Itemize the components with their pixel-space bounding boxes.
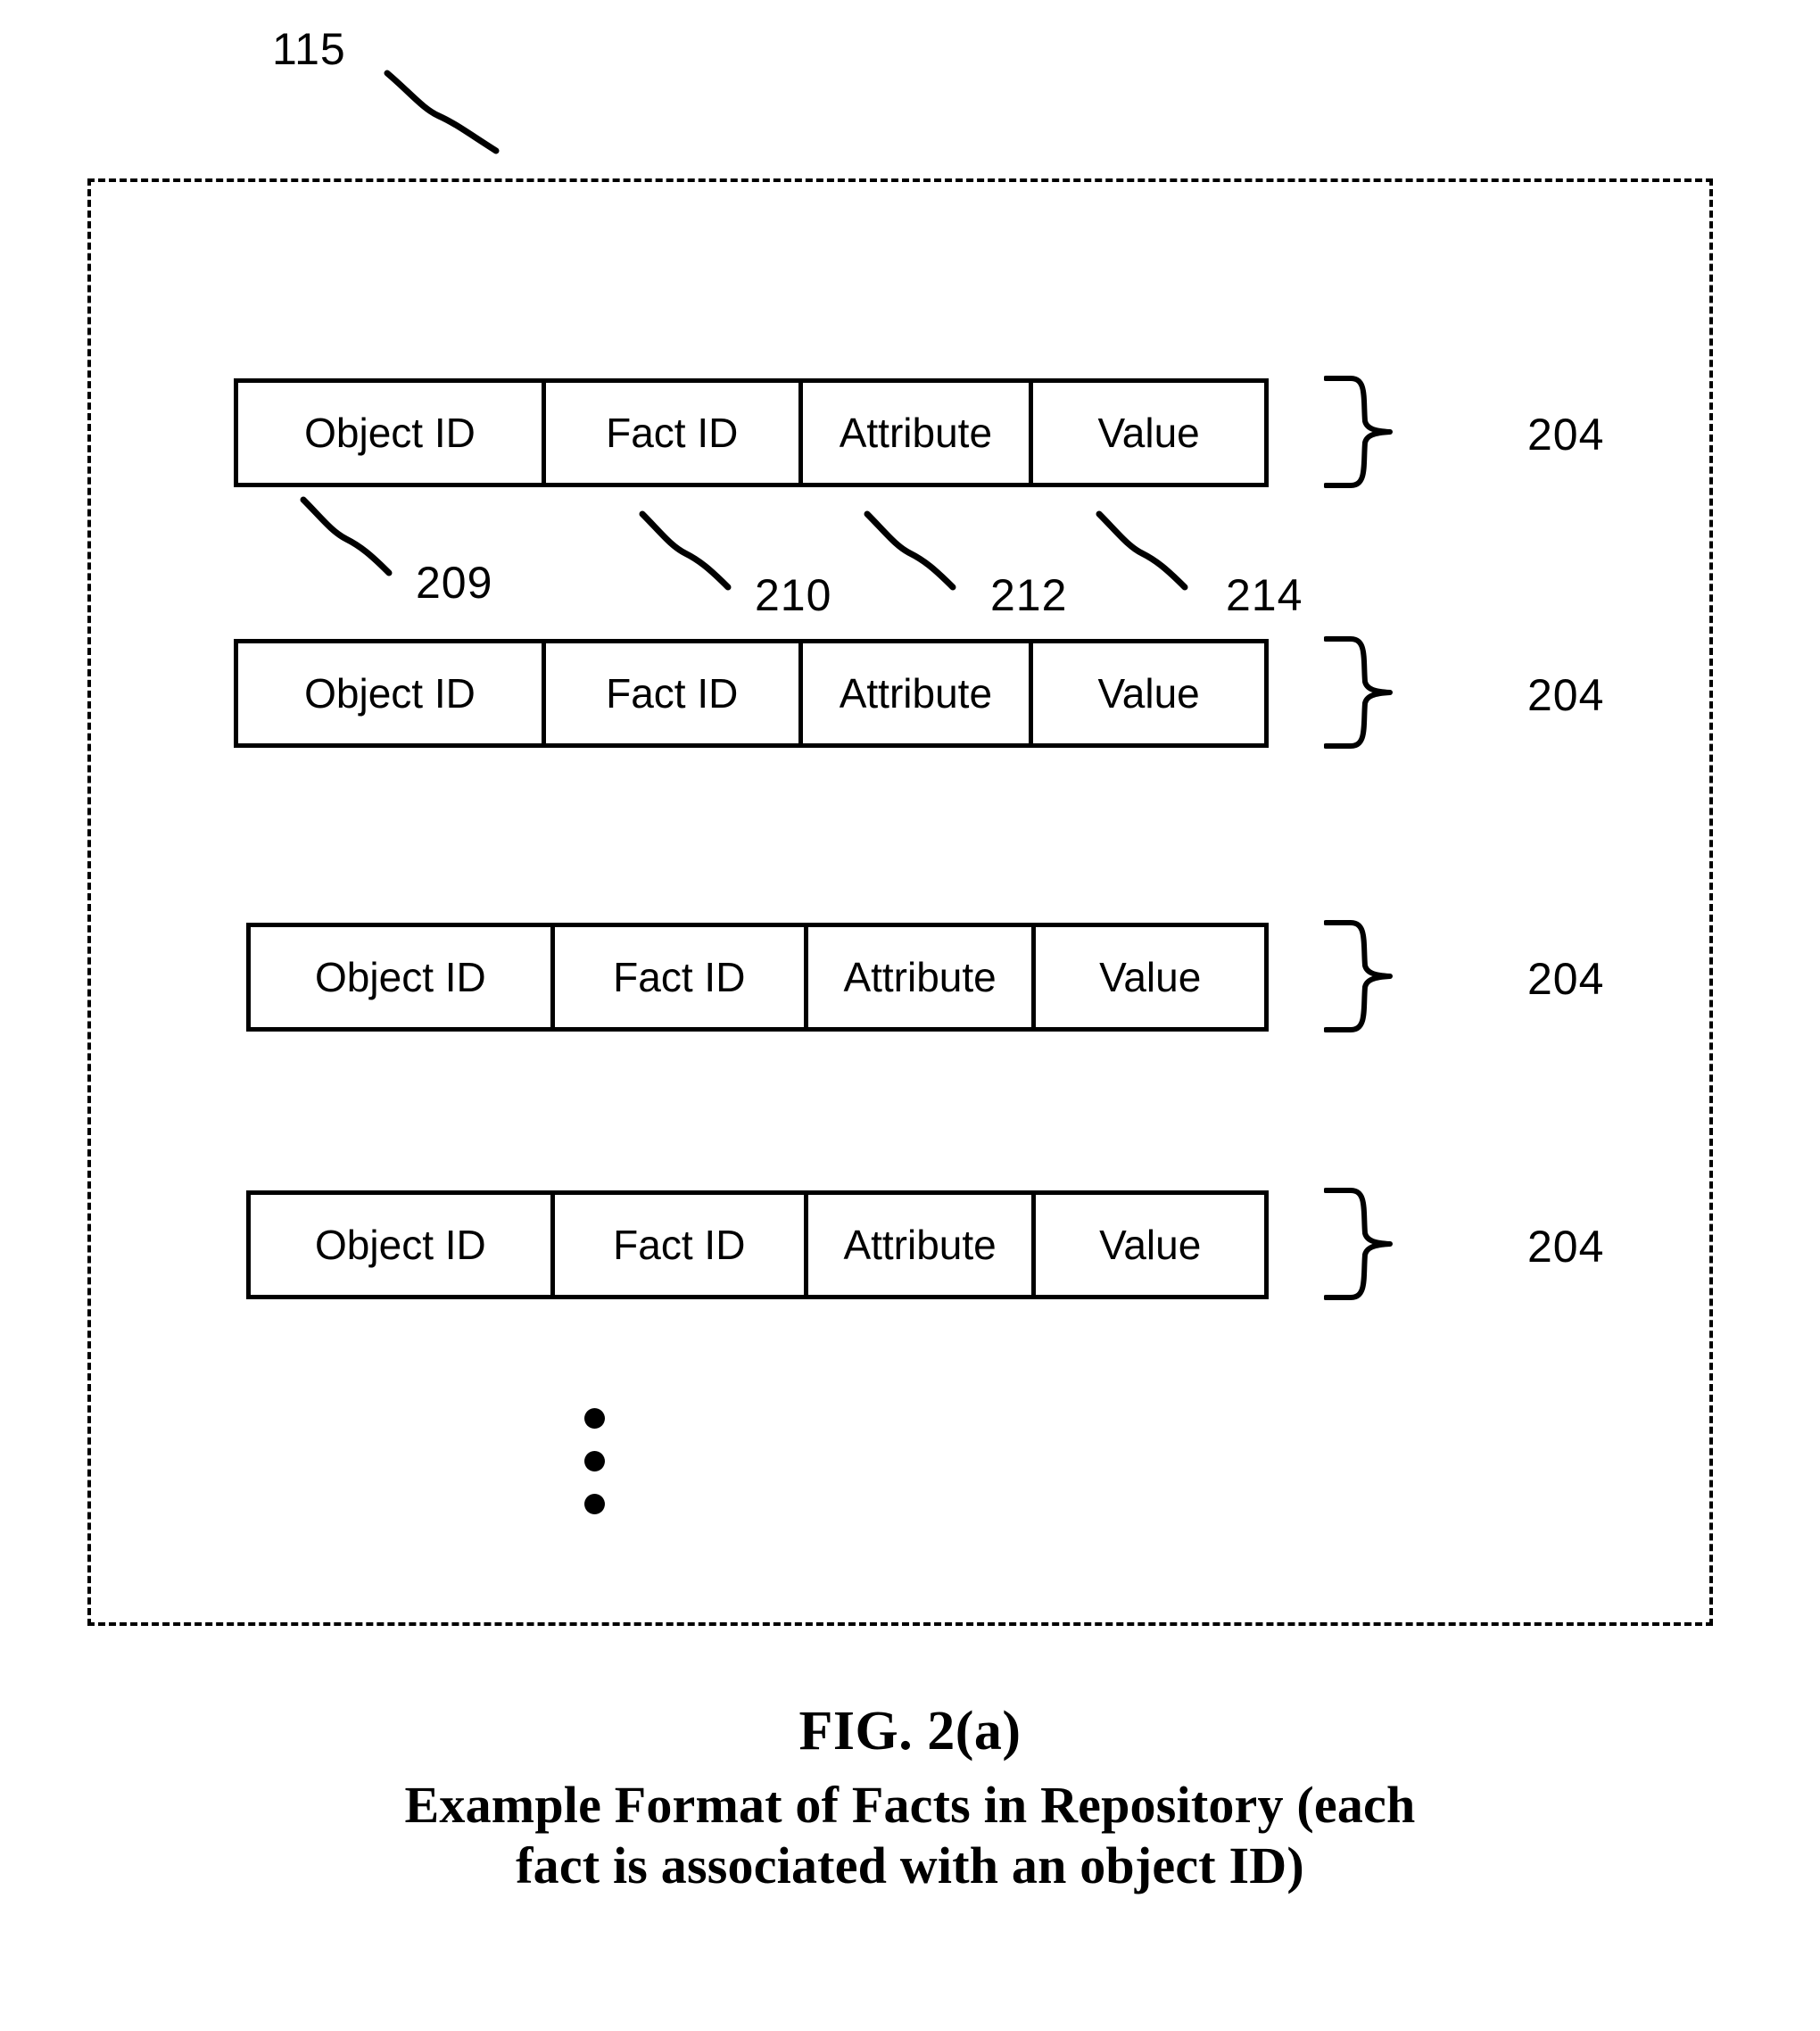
vertical-ellipsis-icon <box>584 1408 620 1515</box>
row-brace-icon <box>1323 1187 1394 1301</box>
ellipsis-dot <box>584 1408 605 1429</box>
fact-record-row: Object ID Fact ID Attribute Value <box>246 1190 1269 1299</box>
reference-numeral-209: 209 <box>416 558 493 608</box>
cell-value: Value <box>1099 1222 1202 1268</box>
cell-value: Value <box>1097 670 1200 717</box>
cell-attribute: Attribute <box>803 383 1034 483</box>
reference-numeral-210: 210 <box>755 570 832 620</box>
ellipsis-dot <box>584 1451 605 1471</box>
reference-numeral-204: 204 <box>1527 1222 1605 1272</box>
cell-attribute: Attribute <box>808 927 1037 1027</box>
figure-caption: FIG. 2(a) Example Format of Facts in Rep… <box>0 1701 1820 1895</box>
cell-fact-id: Fact ID <box>546 643 803 743</box>
cell-value: Value <box>1097 410 1200 456</box>
row-brace-icon <box>1323 635 1394 750</box>
fact-record-row: Object ID Fact ID Attribute Value <box>234 378 1269 487</box>
figure-number: FIG. 2(a) <box>798 1701 1022 1762</box>
reference-numeral-204: 204 <box>1527 670 1605 720</box>
cell-object-id: Object ID <box>238 643 546 743</box>
row-brace-icon <box>1323 375 1394 489</box>
reference-numeral-212: 212 <box>990 570 1068 620</box>
figure-title-line-2: fact is associated with an object ID) <box>516 1836 1304 1894</box>
fact-record-row: Object ID Fact ID Attribute Value <box>246 923 1269 1032</box>
cell-fact-id: Fact ID <box>546 383 803 483</box>
leader-line-212-icon <box>864 510 962 591</box>
cell-object-id: Object ID <box>251 927 555 1027</box>
reference-numeral-115: 115 <box>272 24 346 74</box>
fact-record-row: Object ID Fact ID Attribute Value <box>234 639 1269 748</box>
leader-line-115-icon <box>384 70 500 154</box>
row-brace-icon <box>1323 919 1394 1033</box>
cell-attribute: Attribute <box>803 643 1034 743</box>
cell-fact-id: Fact ID <box>555 927 808 1027</box>
reference-numeral-204: 204 <box>1527 954 1605 1004</box>
cell-fact-id: Fact ID <box>555 1195 808 1295</box>
leader-line-210-icon <box>639 510 737 591</box>
leader-line-209-icon <box>300 496 398 576</box>
figure-title-line-1: Example Format of Facts in Repository (e… <box>404 1776 1416 1835</box>
cell-attribute: Attribute <box>808 1195 1037 1295</box>
ellipsis-dot <box>584 1494 605 1514</box>
cell-object-id: Object ID <box>238 383 546 483</box>
reference-numeral-214: 214 <box>1226 570 1303 620</box>
cell-object-id: Object ID <box>251 1195 555 1295</box>
leader-line-214-icon <box>1096 510 1194 591</box>
patent-figure-canvas: 115 Object ID Fact ID Attribute Value 20… <box>0 0 1820 2031</box>
reference-numeral-204: 204 <box>1527 410 1605 460</box>
cell-value: Value <box>1099 954 1202 1000</box>
